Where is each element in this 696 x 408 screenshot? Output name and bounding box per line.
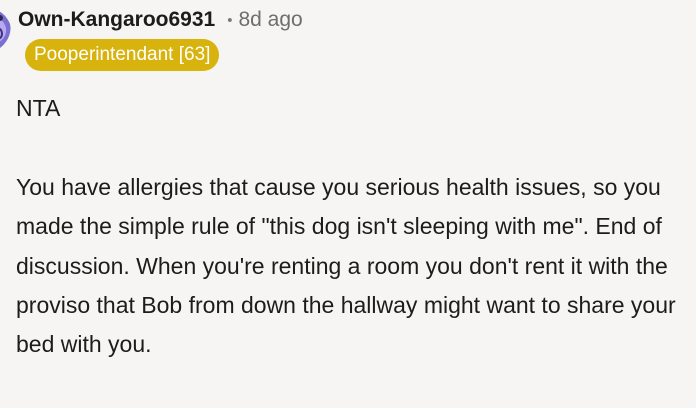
- avatar[interactable]: [0, 4, 12, 52]
- user-flair-badge: Pooperintendant [63]: [25, 39, 220, 71]
- comment-header: Own-Kangaroo6931 • 8d ago: [18, 6, 303, 34]
- separator-dot: •: [227, 11, 233, 29]
- avatar-snoo-icon: [0, 11, 11, 48]
- comment-paragraph: You have allergies that cause you seriou…: [16, 173, 676, 358]
- comment: Own-Kangaroo6931 • 8d ago Pooperintendan…: [0, 0, 696, 408]
- timestamp[interactable]: 8d ago: [238, 8, 302, 32]
- comment-paragraph: NTA: [16, 95, 61, 121]
- comment-body: NTA You have allergies that cause you se…: [16, 89, 692, 365]
- username-link[interactable]: Own-Kangaroo6931: [18, 8, 215, 32]
